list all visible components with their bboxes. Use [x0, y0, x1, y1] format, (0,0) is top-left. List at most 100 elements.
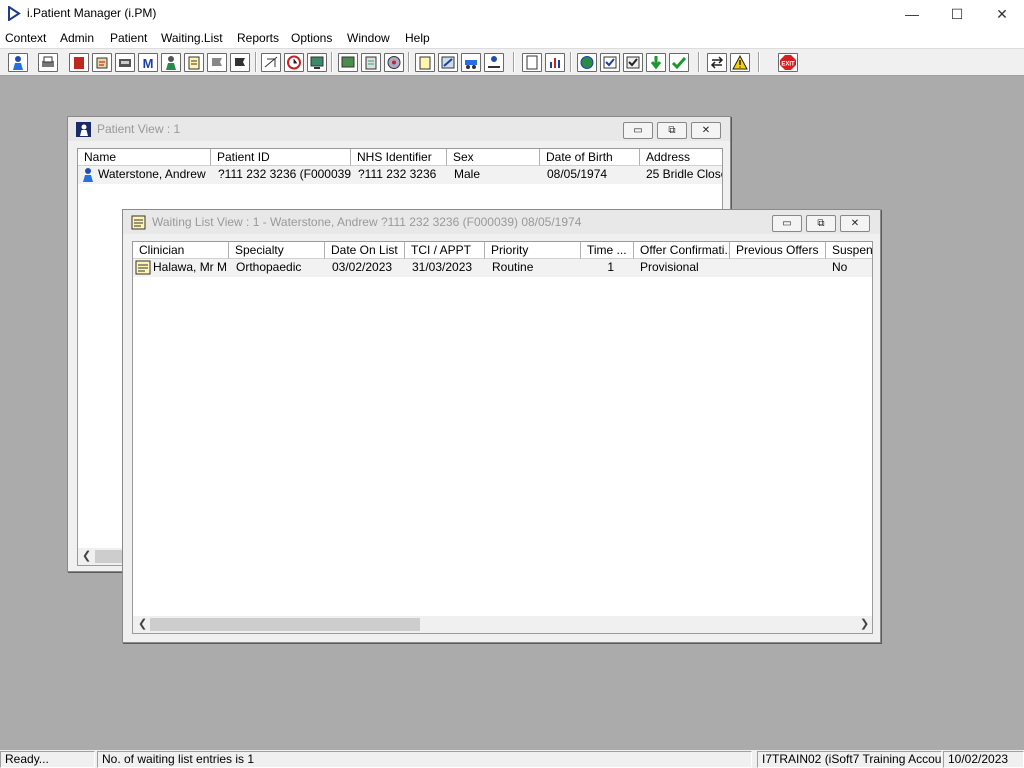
column-header-clinician[interactable]: Clinician	[133, 242, 229, 259]
green-check-icon[interactable]	[669, 53, 689, 72]
scroll-right-arrow-icon[interactable]: ❯	[860, 617, 869, 630]
column-header-priority[interactable]: Priority	[485, 242, 581, 259]
patient-view-title-bar: Patient View : 1 ▭ ⧉ ✕	[68, 117, 730, 141]
notepad-icon[interactable]	[415, 53, 435, 72]
column-header-sex[interactable]: Sex	[447, 149, 540, 166]
waiting-list-view-title: Waiting List View : 1 - Waterstone, Andr…	[152, 215, 582, 229]
form-edit-icon[interactable]	[438, 53, 458, 72]
toolbar-separator	[570, 52, 572, 72]
close-window-button[interactable]: ✕	[979, 0, 1024, 28]
waiting-list-horizontal-scrollbar[interactable]: ❮ ❯	[133, 616, 872, 633]
waiting-list-restore-button[interactable]: ⧉	[806, 215, 836, 232]
suspension-cell: No	[826, 259, 872, 277]
column-header-date-on-list[interactable]: Date On List	[325, 242, 405, 259]
swap-icon[interactable]	[707, 53, 727, 72]
screen-icon[interactable]	[338, 53, 358, 72]
menu-options[interactable]: Options	[291, 31, 332, 45]
clock-icon[interactable]	[284, 53, 304, 72]
scanner-icon[interactable]	[115, 53, 135, 72]
menu-reports[interactable]: Reports	[237, 31, 279, 45]
svg-text:M: M	[143, 56, 154, 71]
column-header-address[interactable]: Address	[640, 149, 722, 166]
address-cell: 25 Bridle Close,	[640, 166, 722, 184]
status-message: No. of waiting list entries is 1	[97, 751, 752, 768]
scrollbar-thumb[interactable]	[95, 550, 125, 563]
menu-patient[interactable]: Patient	[110, 31, 147, 45]
column-header-suspension[interactable]: Suspens	[826, 242, 872, 259]
column-header-tci-appt[interactable]: TCI / APPT	[405, 242, 485, 259]
patient-icon	[76, 122, 91, 137]
flag-alt-icon[interactable]	[230, 53, 250, 72]
tci-appt-cell: 31/03/2023	[405, 259, 485, 277]
patient-view-restore-button[interactable]: ⧉	[657, 122, 687, 139]
status-date: 10/02/2023	[943, 751, 1024, 768]
date-on-list-cell: 03/02/2023	[325, 259, 405, 277]
offer-confirmation-cell: Provisional	[634, 259, 730, 277]
previous-offers-cell	[730, 259, 826, 277]
menu-waiting-list[interactable]: Waiting.List	[161, 31, 223, 45]
menu-window[interactable]: Window	[347, 31, 390, 45]
referral-icon[interactable]	[92, 53, 112, 72]
patient-icon	[83, 168, 93, 182]
disc-icon[interactable]	[384, 53, 404, 72]
app-title-bar: i.Patient Manager (i.PM) — ☐ ✕	[0, 0, 1024, 28]
chart-icon[interactable]	[545, 53, 565, 72]
priority-cell: Routine	[485, 259, 581, 277]
warning-icon[interactable]	[730, 53, 750, 72]
column-header-offer-confirmation[interactable]: Offer Confirmati...	[634, 242, 730, 259]
status-ready: Ready...	[0, 751, 95, 768]
toolbar-separator	[698, 52, 700, 72]
column-header-previous-offers[interactable]: Previous Offers	[730, 242, 826, 259]
nhs-identifier-cell: ?111 232 3236	[351, 166, 447, 184]
exit-icon[interactable]: EXIT	[778, 53, 798, 72]
check-list-icon[interactable]	[600, 53, 620, 72]
minimize-window-button[interactable]: —	[889, 0, 935, 28]
check-form-icon[interactable]	[623, 53, 643, 72]
app-logo-icon	[8, 6, 21, 21]
waiting-list-minimize-button[interactable]: ▭	[772, 215, 802, 232]
monitor-icon[interactable]	[307, 53, 327, 72]
flag-icon[interactable]	[207, 53, 227, 72]
column-header-name[interactable]: Name	[78, 149, 211, 166]
menu-admin[interactable]: Admin	[60, 31, 94, 45]
maximize-window-button[interactable]: ☐	[934, 0, 980, 28]
waiting-list-table: Clinician Specialty Date On List TCI / A…	[132, 241, 873, 634]
ward-icon[interactable]	[261, 53, 281, 72]
letter-m-icon[interactable]: M	[138, 53, 158, 72]
column-header-time[interactable]: Time ...	[581, 242, 634, 259]
patient-name-cell: Waterstone, Andrew	[78, 166, 211, 184]
page-icon[interactable]	[522, 53, 542, 72]
column-header-nhs-identifier[interactable]: NHS Identifier	[351, 149, 447, 166]
document-icon[interactable]	[361, 53, 381, 72]
status-bar: Ready... No. of waiting list entries is …	[0, 750, 1024, 768]
globe-icon[interactable]	[577, 53, 597, 72]
notepad-icon	[131, 215, 146, 230]
toolbar-separator	[408, 52, 410, 72]
menu-help[interactable]: Help	[405, 31, 430, 45]
patient-view-close-button[interactable]: ✕	[691, 122, 721, 139]
column-header-specialty[interactable]: Specialty	[229, 242, 325, 259]
time-cell: 1	[581, 259, 634, 277]
waiting-list-view-title-bar: Waiting List View : 1 - Waterstone, Andr…	[123, 210, 880, 234]
toolbar-separator	[513, 52, 515, 72]
scroll-left-arrow-icon[interactable]: ❮	[82, 549, 91, 562]
column-header-patient-id[interactable]: Patient ID	[211, 149, 351, 166]
green-arrow-icon[interactable]	[646, 53, 666, 72]
book-icon[interactable]	[69, 53, 89, 72]
patient-view-minimize-button[interactable]: ▭	[623, 122, 653, 139]
transfer-icon[interactable]	[484, 53, 504, 72]
toolbar-separator	[331, 52, 333, 72]
scroll-left-arrow-icon[interactable]: ❮	[138, 617, 147, 630]
status-account: I7TRAIN02 (iSoft7 Training Account)	[757, 751, 942, 768]
patient-icon[interactable]	[8, 53, 28, 72]
column-header-date-of-birth[interactable]: Date of Birth	[540, 149, 640, 166]
menu-context[interactable]: Context	[5, 31, 46, 45]
print-icon[interactable]	[38, 53, 58, 72]
scrollbar-thumb[interactable]	[150, 618, 420, 631]
transport-icon[interactable]	[461, 53, 481, 72]
clinician-icon[interactable]	[161, 53, 181, 72]
waiting-list-entry-icon	[135, 260, 151, 275]
waiting-list-close-button[interactable]: ✕	[840, 215, 870, 232]
date-of-birth-cell: 08/05/1974	[540, 166, 640, 184]
notes-icon[interactable]	[184, 53, 204, 72]
